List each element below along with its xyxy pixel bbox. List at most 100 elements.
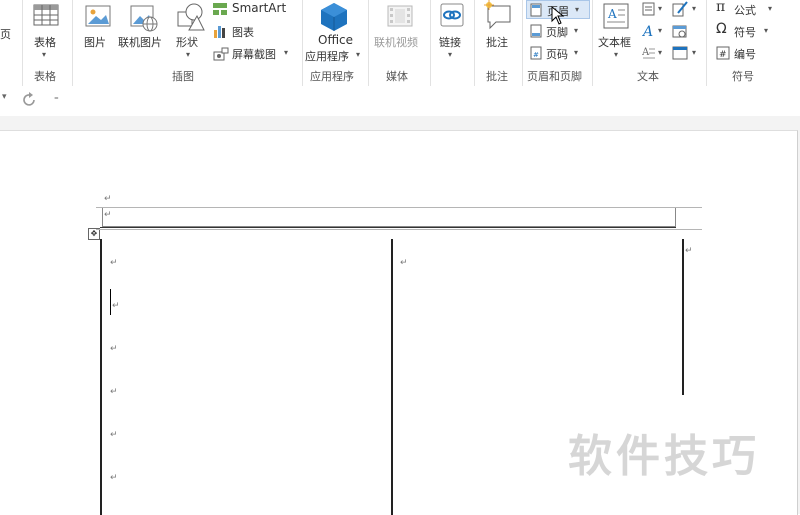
quick-parts-button[interactable]: ▾ (640, 0, 668, 18)
table-column-border (391, 239, 393, 515)
new-comment-icon (484, 0, 511, 30)
chevron-down-icon: ▾ (764, 26, 769, 35)
table-right-border (682, 239, 684, 395)
group-separator (22, 0, 23, 86)
equation-label: 公式 (734, 4, 756, 17)
online-video-button[interactable]: 联机视频 (372, 0, 426, 62)
wordart-icon: A (642, 24, 653, 39)
page-number-icon: # (530, 46, 542, 60)
chevron-down-icon: ▾ (448, 50, 453, 59)
screenshot-icon (213, 47, 229, 61)
group-separator (72, 0, 73, 86)
shapes-button[interactable]: 形状 ▾ (172, 0, 206, 62)
number-icon: # (716, 46, 730, 60)
apps-label: 应用程序 (305, 50, 349, 63)
symbol-label: 符号 (734, 26, 756, 39)
table-button[interactable]: 表格 ▾ (26, 0, 66, 62)
paragraph-mark: ↵ (104, 194, 112, 204)
link-icon (440, 3, 464, 27)
online-picture-label: 联机图片 (118, 36, 162, 49)
signature-icon (672, 1, 688, 17)
comment-button[interactable]: 批注 (478, 0, 518, 62)
paragraph-mark: ↵ (110, 473, 118, 483)
page-number-label: 页码 (546, 48, 568, 61)
smartart-icon (213, 3, 227, 15)
wordart-button[interactable]: A ▾ (640, 22, 668, 40)
group-separator (302, 0, 303, 86)
calendar-icon (672, 25, 687, 38)
group-separator (592, 0, 593, 86)
chevron-down-icon: ▾ (692, 48, 697, 57)
picture-icon (85, 5, 111, 27)
watermark-text: 软件技巧 (568, 431, 760, 482)
textbox-button[interactable]: A 文本框 ▾ (596, 0, 638, 62)
group-label-apps: 应用程序 (310, 70, 354, 83)
quick-parts-icon (642, 2, 655, 16)
table-top-border (96, 229, 702, 230)
office-apps-button[interactable]: Office 应用程序 ▾ (304, 0, 366, 64)
quick-access-toolbar: ▾ ₌ (0, 86, 800, 116)
group-label-header-footer: 页眉和页脚 (527, 70, 582, 83)
chevron-down-icon: ▾ (658, 26, 663, 35)
table-left-border (100, 239, 102, 515)
links-button[interactable]: 链接 ▾ (434, 0, 470, 62)
online-picture-button[interactable]: 联机图片 (118, 0, 168, 62)
footer-label: 页脚 (546, 26, 568, 39)
chevron-down-icon: ▾ (574, 48, 579, 57)
group-separator (430, 0, 431, 86)
number-button[interactable]: # 编号 (712, 44, 766, 62)
table-label: 表格 (34, 36, 56, 49)
paragraph-mark: ↵ (110, 430, 118, 440)
chevron-down-icon[interactable]: ▾ (2, 92, 7, 102)
office-label: Office (318, 33, 354, 47)
paragraph-mark: ↵ (400, 258, 408, 268)
header-text-box[interactable] (102, 208, 676, 227)
ribbon: 页 表格 ▾ 表格 图片 联机图片 形状 ▾ SmartArt 图表 屏幕截图 … (0, 0, 800, 87)
screenshot-button[interactable]: 屏幕截图 ▾ (212, 44, 294, 62)
object-icon (672, 46, 688, 60)
group-label-table: 表格 (34, 70, 56, 83)
signature-line-button[interactable]: ▾ (670, 0, 702, 18)
picture-button[interactable]: 图片 (80, 0, 116, 62)
links-label: 链接 (439, 36, 461, 49)
page-number-button[interactable]: # 页码 ▾ (526, 44, 586, 62)
chart-button[interactable]: 图表 (212, 22, 272, 40)
footer-button[interactable]: 页脚 ▾ (526, 22, 586, 40)
chevron-down-icon: ▾ (575, 5, 580, 14)
film-icon (387, 5, 413, 27)
group-label-illustrations: 插图 (172, 70, 194, 83)
picture-label: 图片 (84, 36, 106, 49)
svg-text:#: # (533, 51, 539, 59)
chevron-down-icon: ▾ (658, 4, 663, 13)
customize-icon[interactable]: ₌ (54, 93, 59, 103)
redo-icon[interactable] (22, 92, 38, 108)
svg-text:A: A (642, 47, 650, 58)
paragraph-mark: ↵ (110, 387, 118, 397)
group-label-media: 媒体 (386, 70, 408, 83)
paragraph-mark: ↵ (112, 301, 120, 311)
chevron-down-icon: ▾ (614, 50, 619, 59)
equation-button[interactable]: π 公式 ▾ (712, 0, 778, 18)
symbol-button[interactable]: Ω 符号 ▾ (712, 21, 774, 40)
text-cursor (110, 289, 111, 315)
table-icon (33, 4, 59, 26)
group-label-symbols: 符号 (732, 70, 754, 83)
object-button[interactable]: ▾ (670, 44, 702, 62)
svg-text:A: A (607, 7, 617, 21)
office-store-icon (321, 3, 347, 31)
smartart-button[interactable]: SmartArt (212, 0, 298, 18)
date-time-button[interactable] (670, 22, 690, 40)
group-separator (368, 0, 369, 86)
chevron-down-icon: ▾ (768, 4, 773, 13)
paragraph-mark: ↵ (685, 246, 693, 256)
group-label-text: 文本 (637, 70, 659, 83)
textbox-label: 文本框 (598, 36, 631, 49)
group-separator (474, 0, 475, 86)
paragraph-mark: ↵ (110, 258, 118, 268)
chevron-down-icon: ▾ (574, 26, 579, 35)
online-picture-icon (130, 5, 158, 32)
drop-cap-button[interactable]: A ▾ (640, 44, 668, 62)
drop-cap-icon: A (642, 47, 655, 59)
paragraph-mark: ↵ (104, 210, 112, 220)
chart-icon (214, 26, 225, 38)
